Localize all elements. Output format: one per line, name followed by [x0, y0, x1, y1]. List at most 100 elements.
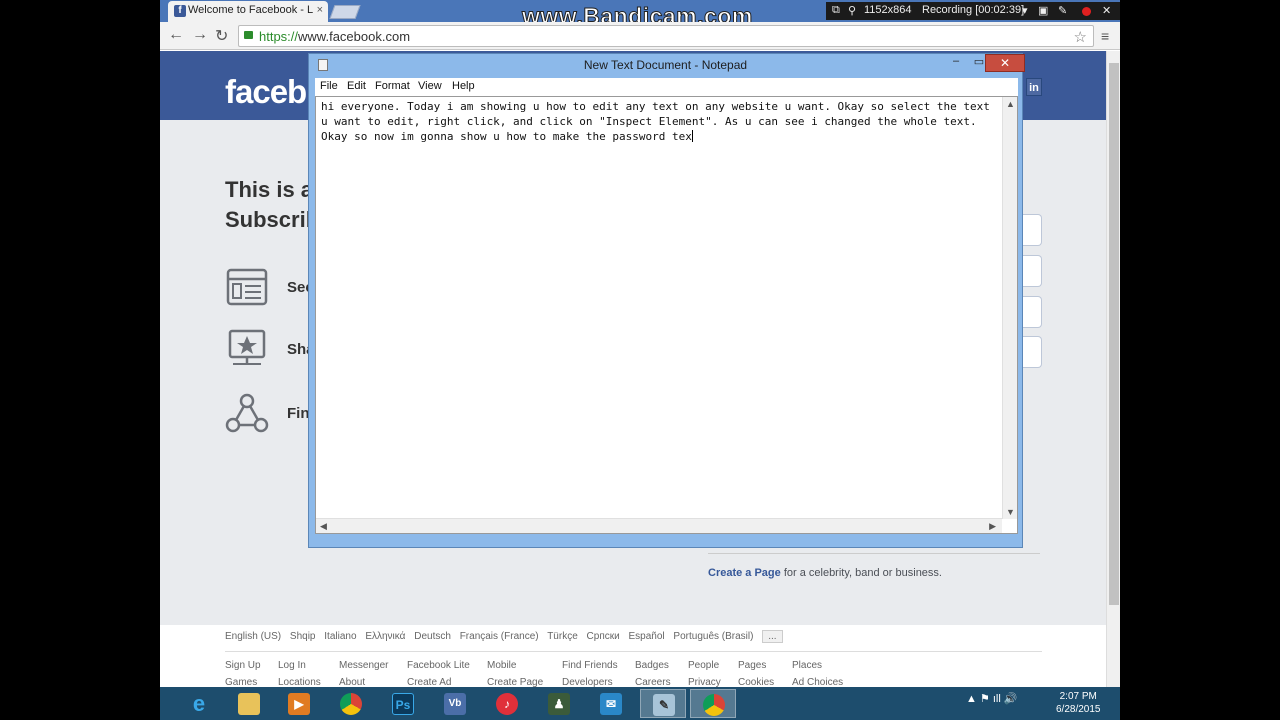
signup-email-field[interactable] — [1020, 255, 1042, 287]
taskbar-ie[interactable]: e — [176, 689, 222, 718]
taskbar-mail[interactable]: ✉ — [588, 689, 634, 718]
taskbar-vb[interactable]: Vb — [432, 689, 478, 718]
language-link[interactable]: Español — [629, 631, 665, 642]
tab-close-icon[interactable]: × — [317, 4, 323, 16]
system-tray[interactable]: ▲ ⚑ ıll 🔊 — [966, 692, 1018, 705]
language-link[interactable]: Deutsch — [414, 631, 451, 642]
recorder-bar: ⧉ ⚲ 1152x864 Recording [00:02:39] ▾ ▣ ✎ … — [826, 2, 1120, 20]
notepad-menubar: File Edit Format View Help — [315, 78, 1018, 96]
menu-edit[interactable]: Edit — [347, 80, 366, 92]
notepad-icon — [318, 59, 328, 71]
taskbar-game[interactable]: ♟ — [536, 689, 582, 718]
language-link[interactable]: Italiano — [324, 631, 356, 642]
language-link[interactable]: English (US) — [225, 631, 281, 642]
pencil-icon[interactable]: ✎ — [1058, 4, 1067, 17]
bookmark-star-icon[interactable]: ☆ — [1074, 28, 1087, 46]
address-bar[interactable]: https://www.facebook.com ☆ — [238, 25, 1094, 47]
notepad-text: hi everyone. Today i am showing u how to… — [321, 100, 990, 143]
windows-taskbar: e ▶ Ps Vb ♪ ♟ ✉ ✎ ▲ ⚑ ıll 🔊 2:07 PM 6/28… — [160, 687, 1120, 720]
language-link[interactable]: Shqip — [290, 631, 316, 642]
magnifier-icon[interactable]: ⚲ — [848, 4, 856, 17]
minimize-button[interactable]: – — [946, 55, 966, 69]
footer-divider — [225, 651, 1042, 652]
divider — [708, 553, 1040, 554]
footer-link[interactable]: Mobile — [487, 660, 516, 671]
folder-icon — [238, 693, 260, 715]
scrollbar-thumb[interactable] — [1109, 63, 1119, 605]
dropdown-icon[interactable]: ▾ — [1022, 4, 1028, 17]
language-link[interactable]: Српски — [587, 631, 620, 642]
internet-explorer-icon: e — [192, 691, 206, 716]
notepad-text-area[interactable]: hi everyone. Today i am showing u how to… — [315, 96, 1018, 534]
screen: f Welcome to Facebook - L × www.Bandicam… — [160, 0, 1120, 720]
footer-link[interactable]: Sign Up — [225, 660, 261, 671]
photoshop-icon: Ps — [392, 693, 414, 715]
new-tab-button[interactable] — [329, 5, 361, 19]
scroll-up-icon[interactable]: ▲ — [1006, 99, 1015, 109]
clock-date: 6/28/2015 — [1056, 704, 1101, 715]
footer-link[interactable]: Badges — [635, 660, 669, 671]
notepad-title-bar[interactable]: New Text Document - Notepad – ▭ ✕ — [309, 54, 1025, 76]
create-page-link[interactable]: Create a Page — [708, 567, 781, 579]
language-link[interactable]: Ελληνικά — [365, 631, 405, 642]
clock-time: 2:07 PM — [1059, 691, 1097, 702]
language-link[interactable]: Português (Brasil) — [673, 631, 753, 642]
language-link[interactable]: Français (France) — [460, 631, 539, 642]
notepad-horizontal-scrollbar[interactable]: ◀ ▶ — [316, 518, 1002, 533]
back-icon[interactable]: ← — [168, 26, 184, 44]
recorder-status: Recording [00:02:39] — [922, 4, 1025, 16]
title-line-1: This is a — [225, 177, 314, 202]
clock[interactable]: 2:07 PM 6/28/2015 — [1056, 690, 1101, 716]
signup-first-name-field[interactable] — [1020, 214, 1042, 246]
feature-label: Fin — [287, 405, 310, 422]
page-scrollbar[interactable] — [1106, 51, 1120, 687]
notepad-vertical-scrollbar[interactable]: ▲ ▼ — [1002, 97, 1017, 519]
notepad-content[interactable]: hi everyone. Today i am showing u how to… — [321, 99, 1001, 144]
scroll-left-icon[interactable]: ◀ — [320, 521, 327, 532]
browser-tab[interactable]: f Welcome to Facebook - L × — [168, 1, 328, 22]
lock-icon — [244, 31, 253, 39]
url-scheme: https:// — [259, 29, 299, 44]
menu-format[interactable]: Format — [375, 80, 410, 92]
more-languages-button[interactable]: ... — [762, 630, 783, 643]
footer-link[interactable]: People — [688, 660, 719, 671]
footer-link[interactable]: Places — [792, 660, 822, 671]
tab-title: Welcome to Facebook - L — [188, 4, 314, 16]
footer-link[interactable]: Messenger — [339, 660, 388, 671]
close-button[interactable]: ✕ — [985, 54, 1025, 72]
chrome-menu-icon[interactable]: ≡ — [1101, 28, 1109, 44]
footer-link[interactable]: Facebook Lite — [407, 660, 470, 671]
menu-help[interactable]: Help — [452, 80, 475, 92]
scroll-right-icon[interactable]: ▶ — [989, 521, 996, 532]
record-icon[interactable] — [1082, 7, 1091, 16]
notepad-taskbar-icon: ✎ — [653, 694, 675, 716]
taskbar-itunes[interactable]: ♪ — [484, 689, 530, 718]
footer-link[interactable]: Find Friends — [562, 660, 618, 671]
visual-basic-icon: Vb — [444, 693, 466, 715]
reload-icon[interactable]: ↻ — [215, 26, 228, 46]
footer-link[interactable]: Log In — [278, 660, 306, 671]
window-icon[interactable]: ⧉ — [832, 4, 840, 17]
taskbar-chrome-active[interactable] — [690, 689, 736, 718]
menu-view[interactable]: View — [418, 80, 442, 92]
signup-password-field[interactable] — [1020, 336, 1042, 368]
forward-icon[interactable]: → — [192, 26, 208, 44]
taskbar-media[interactable]: ▶ — [276, 689, 322, 718]
url-host: www.facebook.com — [298, 29, 411, 44]
login-button[interactable]: in — [1026, 78, 1042, 96]
taskbar-chrome[interactable] — [328, 689, 374, 718]
scroll-down-icon[interactable]: ▼ — [1006, 507, 1015, 517]
notepad-window: New Text Document - Notepad – ▭ ✕ File E… — [308, 53, 1025, 548]
close-icon[interactable]: ✕ — [1102, 4, 1111, 17]
facebook-logo[interactable]: faceb — [225, 73, 307, 111]
mail-icon: ✉ — [600, 693, 622, 715]
language-link[interactable]: Türkçe — [547, 631, 578, 642]
taskbar-explorer[interactable] — [226, 689, 272, 718]
menu-file[interactable]: File — [320, 80, 338, 92]
camera-icon[interactable]: ▣ — [1038, 4, 1048, 17]
text-cursor — [691, 130, 693, 142]
signup-reenter-email-field[interactable] — [1020, 296, 1042, 328]
taskbar-photoshop[interactable]: Ps — [380, 689, 426, 718]
footer-link[interactable]: Pages — [738, 660, 766, 671]
taskbar-notepad[interactable]: ✎ — [640, 689, 686, 718]
